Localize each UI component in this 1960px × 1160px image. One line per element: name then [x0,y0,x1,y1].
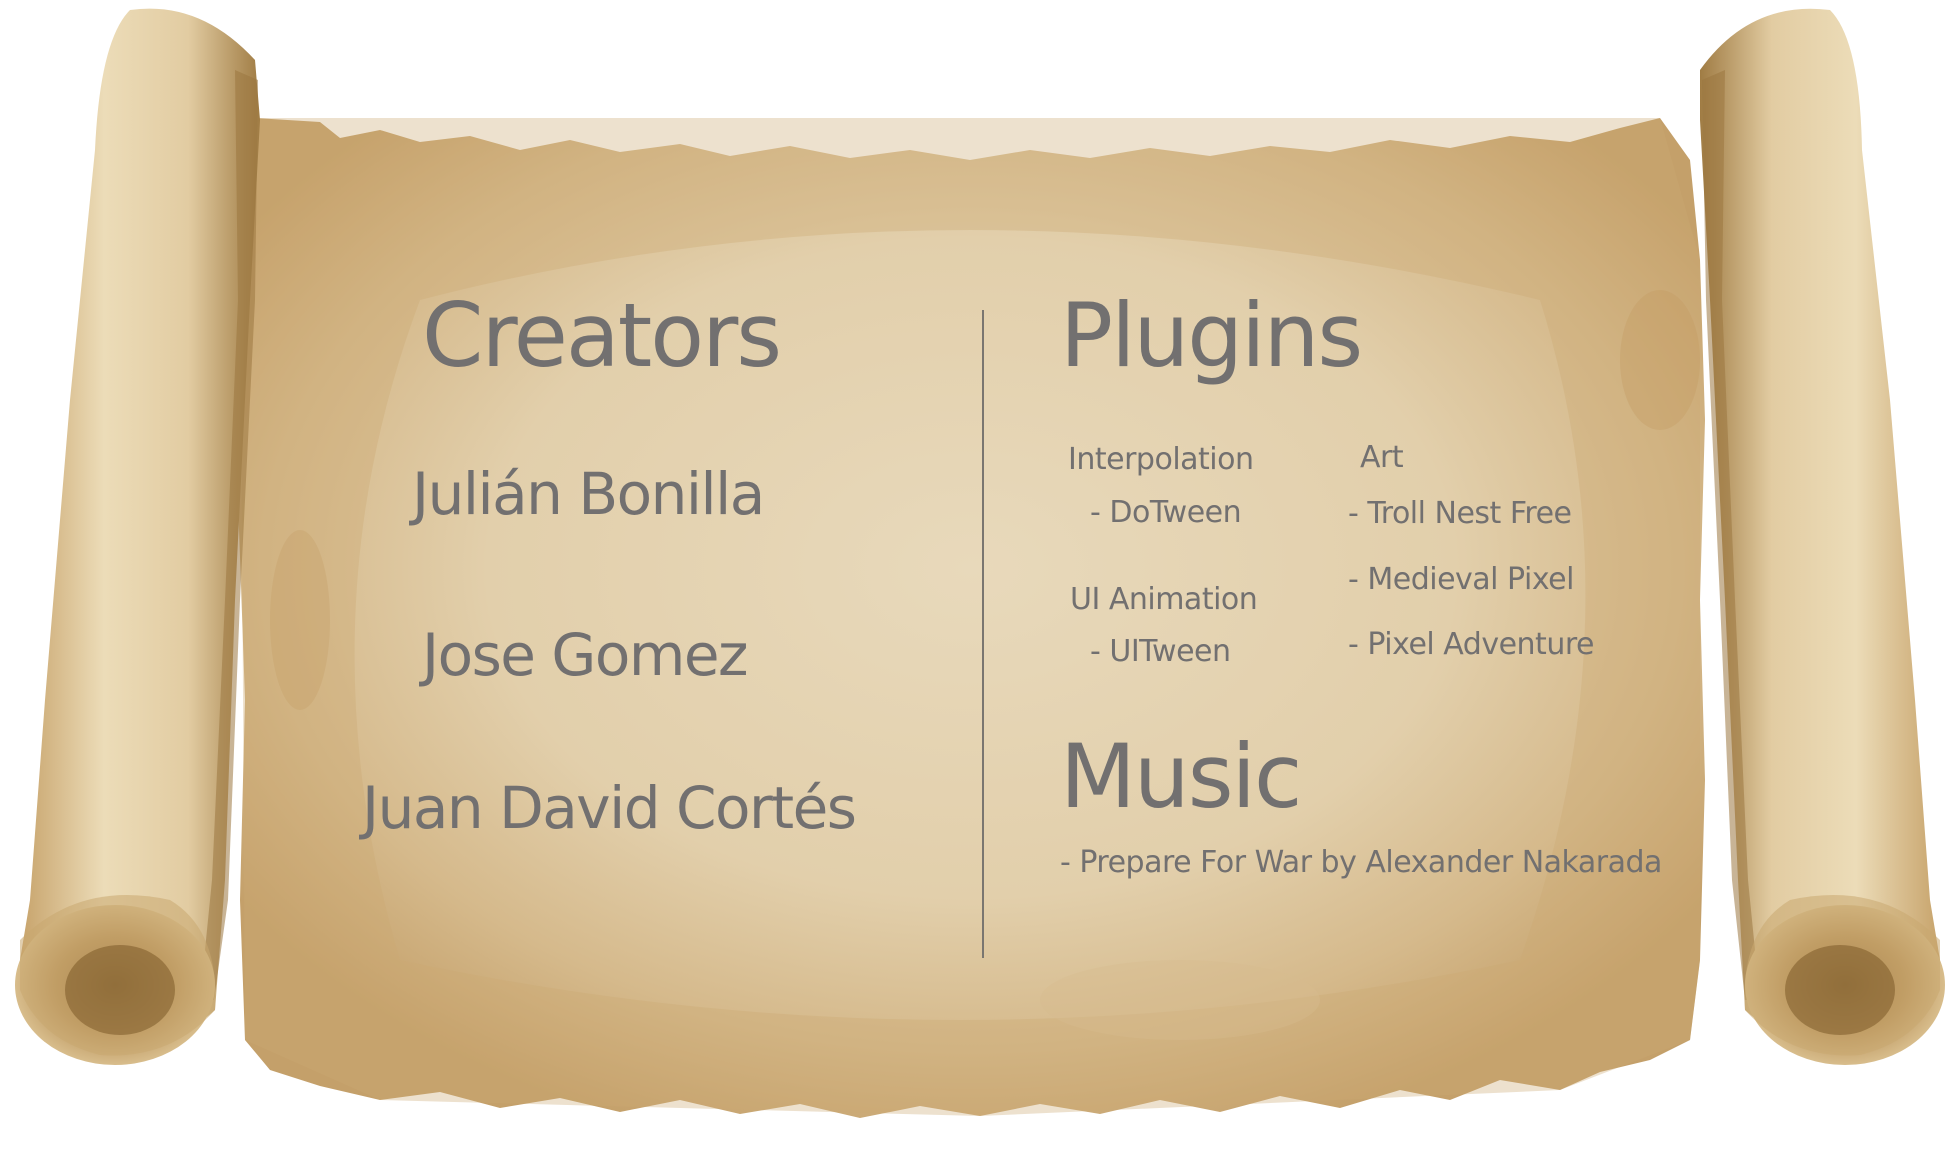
credits-scroll: Creators Julián Bonilla Jose Gomez Juan … [0,0,1960,1160]
plugin-item: - Troll Nest Free [1348,496,1572,531]
plugin-item: - UITween [1090,634,1231,669]
plugin-category-interpolation: Interpolation [1068,442,1254,477]
plugin-category-ui-animation: UI Animation [1070,582,1258,617]
plugin-item: - Medieval Pixel [1348,562,1574,597]
plugin-item: - DoTween [1090,495,1242,530]
column-divider [982,310,984,958]
plugins-title: Plugins [1060,284,1363,387]
creator-name: Juan David Cortés [362,774,857,842]
music-title: Music [1060,725,1302,828]
creators-title: Creators [422,284,782,387]
music-track: - Prepare For War by Alexander Nakarada [1060,845,1662,880]
creator-name: Jose Gomez [422,621,749,689]
plugin-item: - Pixel Adventure [1348,627,1594,662]
parchment-scroll-icon [15,8,1945,1118]
creator-name: Julián Bonilla [412,460,765,528]
plugin-category-art: Art [1360,440,1404,475]
